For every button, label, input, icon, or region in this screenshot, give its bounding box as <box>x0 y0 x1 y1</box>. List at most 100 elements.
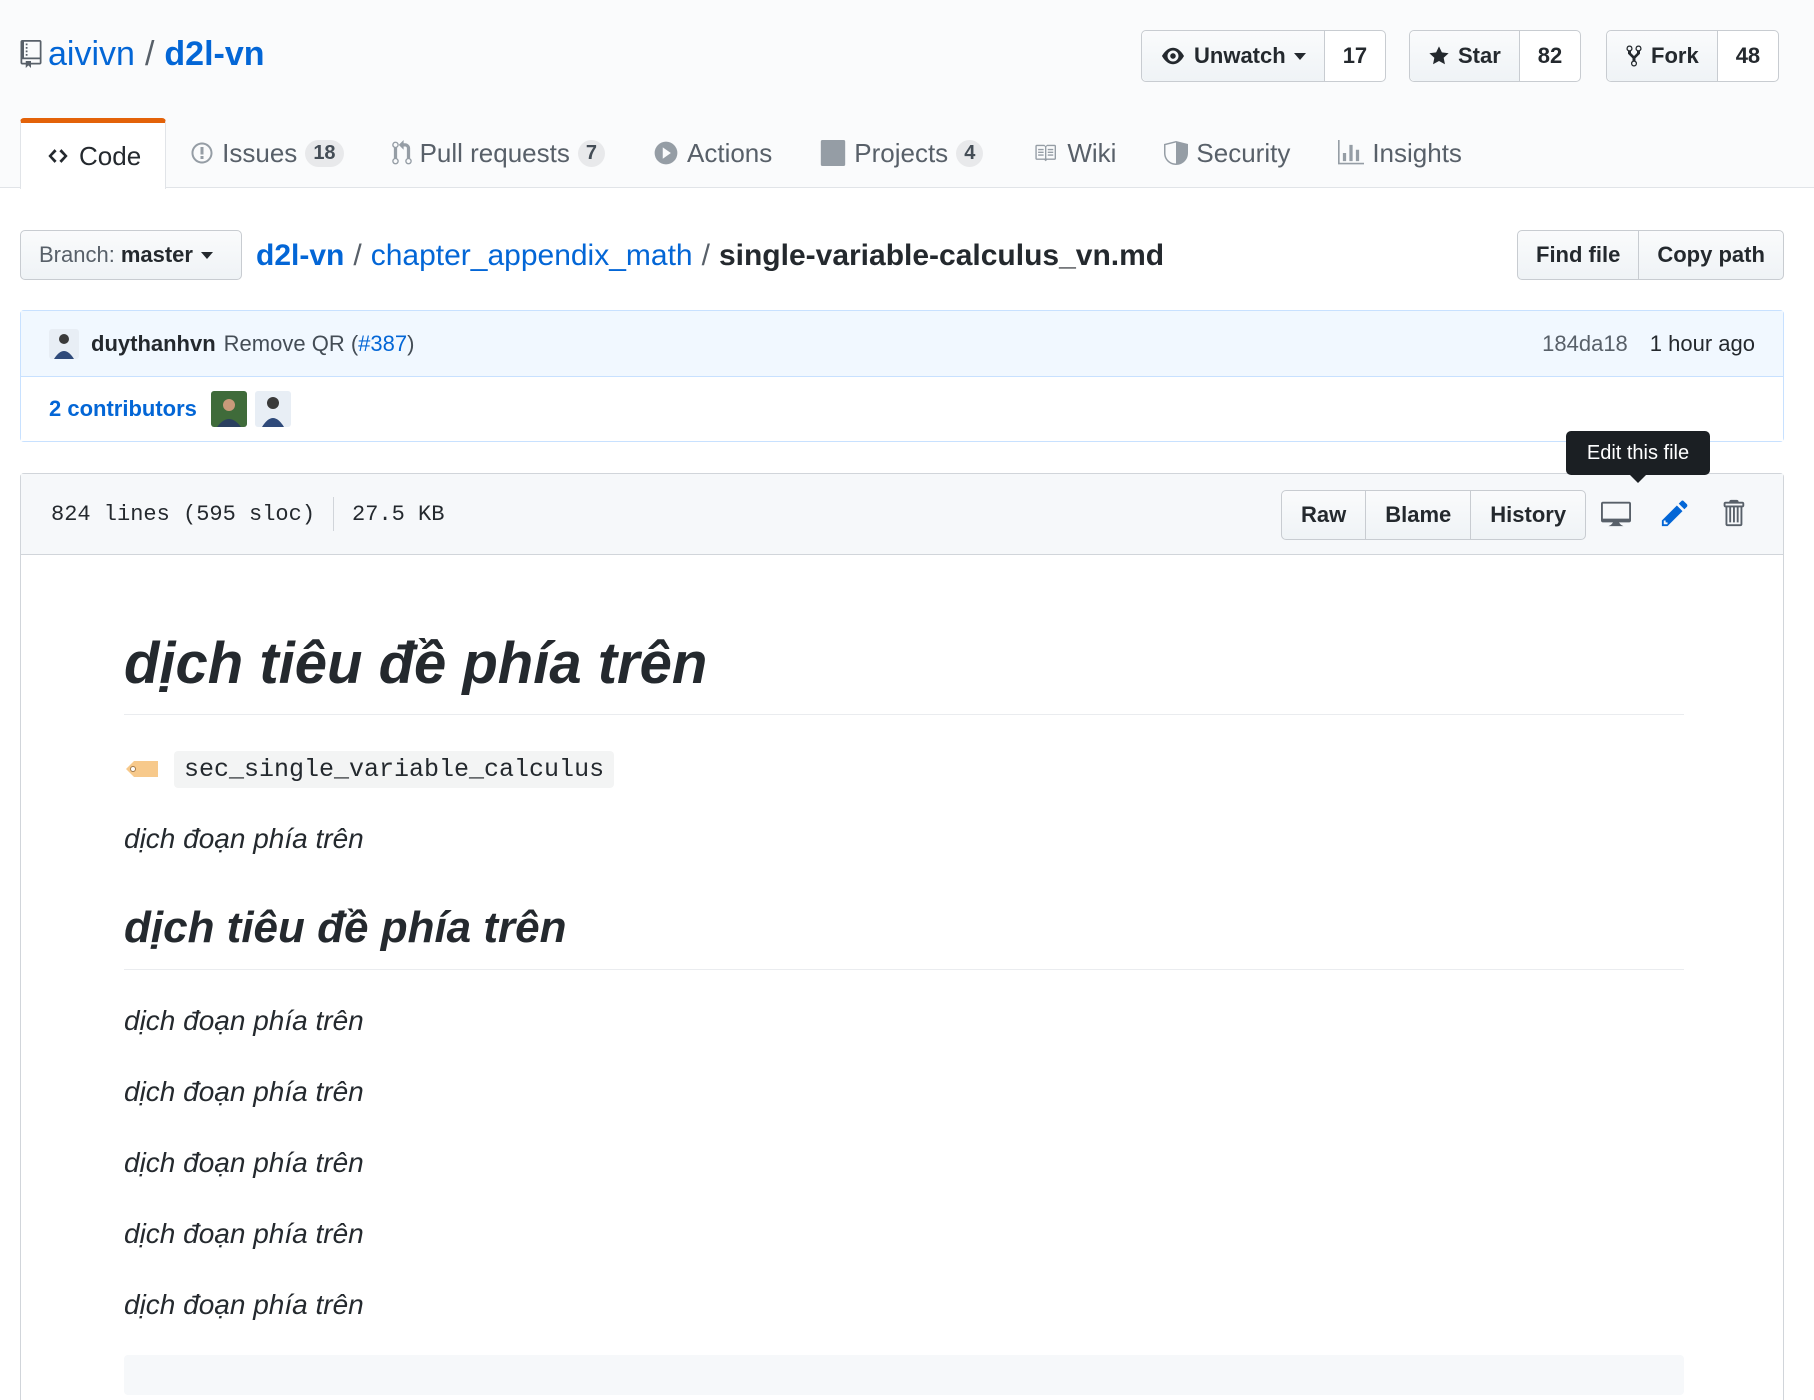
project-icon <box>821 140 846 166</box>
branch-prefix: Branch: <box>39 242 115 267</box>
tab-security-label: Security <box>1196 137 1291 168</box>
contributors-row: 2 contributors <box>21 377 1783 441</box>
markdown-paragraph: dịch đoạn phía trên <box>124 1147 364 1178</box>
breadcrumb-separator: / <box>353 239 362 272</box>
markdown-paragraph: dịch đoạn phía trên <box>124 1076 364 1107</box>
star-label: Star <box>1458 43 1501 68</box>
commit-meta: 184da18 1 hour ago <box>1542 331 1755 357</box>
watch-button-group: Unwatch 17 <box>1141 30 1387 82</box>
file-line-count: 824 lines (595 sloc) <box>51 501 316 527</box>
file-header: 824 lines (595 sloc) 27.5 KB Raw Blame H… <box>21 474 1783 555</box>
branch-name: master <box>120 242 193 267</box>
edit-file-tooltip: Edit this file <box>1566 431 1710 483</box>
raw-button[interactable]: Raw <box>1282 491 1367 539</box>
eye-icon <box>1162 47 1184 65</box>
repo-owner-link[interactable]: aivivn <box>48 34 135 74</box>
tab-actions[interactable]: Actions <box>629 118 796 188</box>
avatar[interactable] <box>49 328 79 359</box>
breadcrumb-folder-link[interactable]: chapter_appendix_math <box>371 236 693 276</box>
history-button[interactable]: History <box>1471 491 1585 539</box>
projects-counter: 4 <box>956 139 984 167</box>
star-icon <box>1429 46 1449 65</box>
repo-title: aivivn / d2l-vn <box>20 34 265 74</box>
pull-requests-counter: 7 <box>577 139 605 167</box>
file-size: 27.5 KB <box>352 501 445 527</box>
book-icon <box>1035 144 1057 162</box>
contributors-link[interactable]: 2 contributors <box>49 396 197 422</box>
latest-commit-row: duythanhvn Remove QR (#387) 184da18 1 ho… <box>21 311 1783 377</box>
commit-message: Remove QR (#387) <box>224 331 415 357</box>
chevron-down-icon <box>1293 52 1306 60</box>
fork-icon <box>1626 45 1642 67</box>
fork-button-group: Fork 48 <box>1606 30 1780 82</box>
label-line: sec_single_variable_calculus <box>124 749 1684 789</box>
markdown-paragraph: dịch đoạn phía trên <box>124 1005 364 1036</box>
repo-title-separator: / <box>144 35 155 73</box>
pull-request-icon <box>391 140 412 165</box>
file-info-divider <box>333 497 335 531</box>
stargazers-count[interactable]: 82 <box>1520 31 1580 81</box>
breadcrumb-repo-link[interactable]: d2l-vn <box>256 236 344 276</box>
unwatch-button[interactable]: Unwatch <box>1142 31 1325 81</box>
blame-button[interactable]: Blame <box>1366 491 1472 539</box>
commit-pr-link[interactable]: #387 <box>358 331 407 356</box>
commit-time: 1 hour ago <box>1649 330 1755 356</box>
breadcrumb-separator: / <box>701 239 710 272</box>
issues-counter: 18 <box>305 139 344 167</box>
chevron-down-icon <box>200 251 213 259</box>
tab-insights[interactable]: Insights <box>1314 118 1486 188</box>
shield-icon <box>1164 141 1189 165</box>
tab-issues[interactable]: Issues 18 <box>166 118 367 188</box>
tab-actions-label: Actions <box>687 137 773 168</box>
markdown-heading-1: dịch tiêu đề phía trên <box>124 628 1684 715</box>
commit-sha[interactable]: 184da18 <box>1542 331 1628 357</box>
tab-pull-requests[interactable]: Pull requests 7 <box>368 118 629 188</box>
commit-message-end: ) <box>407 330 415 356</box>
label-tag-icon <box>126 761 158 777</box>
fork-label: Fork <box>1651 43 1699 68</box>
tab-security[interactable]: Security <box>1140 118 1314 188</box>
breadcrumb-file-name: single-variable-calculus_vn.md <box>718 239 1165 272</box>
file-actions: Raw Blame History <box>1281 490 1587 540</box>
commit-author[interactable]: duythanhvn <box>91 331 216 357</box>
star-button-group: Star 82 <box>1409 30 1582 82</box>
pencil-icon[interactable] <box>1661 498 1689 528</box>
tab-wiki-label: Wiki <box>1067 137 1117 168</box>
commit-tease: duythanhvn Remove QR (#387) 184da18 1 ho… <box>20 310 1784 442</box>
tab-code-label: Code <box>79 140 142 171</box>
avatar[interactable] <box>254 391 291 427</box>
graph-icon <box>1338 140 1365 165</box>
repo-icon <box>20 40 42 68</box>
markdown-paragraph: dịch đoạn phía trên <box>124 1218 364 1249</box>
tab-wiki[interactable]: Wiki <box>1007 118 1140 188</box>
tab-code[interactable]: Code <box>20 118 167 189</box>
code-block <box>124 1355 1684 1395</box>
find-file-button[interactable]: Find file <box>1518 231 1640 279</box>
markdown-body: dịch tiêu đề phía trên sec_single_variab… <box>124 556 1684 1395</box>
avatar[interactable] <box>210 391 247 427</box>
tab-insights-label: Insights <box>1372 137 1462 168</box>
copy-path-button[interactable]: Copy path <box>1639 231 1783 279</box>
star-button[interactable]: Star <box>1410 31 1520 81</box>
desktop-icon[interactable] <box>1600 498 1632 528</box>
fork-button[interactable]: Fork <box>1607 31 1718 81</box>
tab-pull-requests-label: Pull requests <box>419 137 570 168</box>
play-icon <box>654 141 678 165</box>
branch-select[interactable]: Branch: master <box>20 230 242 280</box>
issue-icon <box>191 142 213 164</box>
tab-projects[interactable]: Projects 4 <box>796 118 1007 188</box>
repo-name-link[interactable]: d2l-vn <box>164 34 264 74</box>
forks-count[interactable]: 48 <box>1718 31 1778 81</box>
tab-projects-label: Projects <box>854 137 949 168</box>
repo-nav-tabs: Code Issues 18 Pull requests 7 Actions P… <box>20 118 1486 189</box>
repo-header: aivivn / d2l-vn Unwatch 17 Star 82 Fork … <box>0 0 1814 189</box>
code-icon <box>48 149 68 163</box>
watchers-count[interactable]: 17 <box>1325 31 1385 81</box>
trash-icon[interactable] <box>1721 498 1745 528</box>
markdown-heading-2: dịch tiêu đề phía trên <box>124 899 1684 970</box>
label-code: sec_single_variable_calculus <box>174 750 615 788</box>
tab-issues-label: Issues <box>222 137 298 168</box>
breadcrumb: d2l-vn / chapter_appendix_math / single-… <box>256 236 1164 276</box>
markdown-paragraph: dịch đoạn phía trên <box>124 823 364 854</box>
markdown-paragraph: dịch đoạn phía trên <box>124 1289 364 1320</box>
